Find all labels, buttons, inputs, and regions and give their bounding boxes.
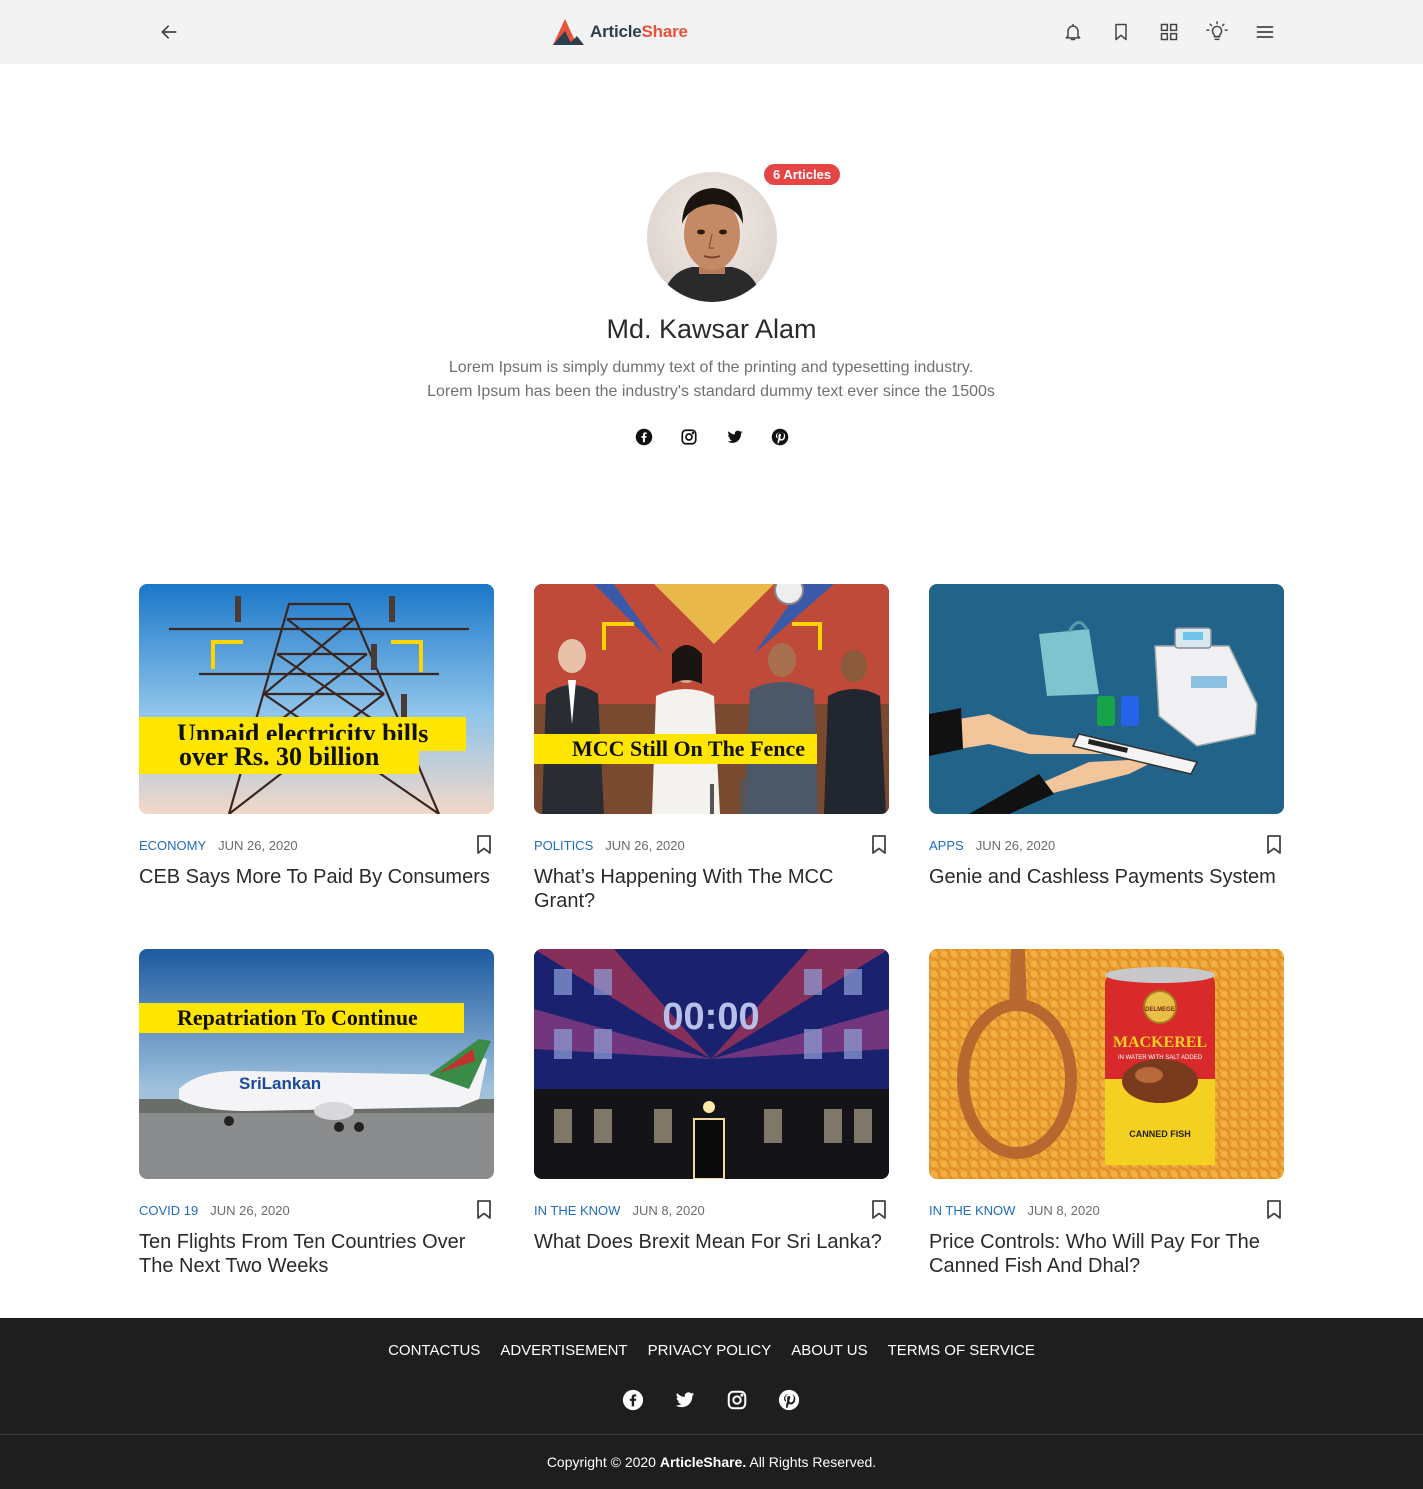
article-category[interactable]: ECONOMY [139,838,206,853]
author-name: Md. Kawsar Alam [606,314,817,344]
article-category[interactable]: IN THE KNOW [534,1203,620,1218]
bio-line-2: Lorem Ipsum has been the industry's stan… [427,383,995,400]
bookmark-icon[interactable] [869,835,889,855]
article-card: 00:00 IN THE KNOW JUN 8, 2020 What Does … [534,949,889,1254]
article-thumbnail[interactable]: DELMEGE MACKEREL IN WATER WITH SALT ADDE… [929,949,1284,1179]
site-footer: CONTACTUS ADVERTISEMENT PRIVACY POLICY A… [0,1318,1423,1489]
instagram-icon[interactable] [726,1389,748,1411]
copyright-brand[interactable]: ArticleShare. [660,1454,746,1470]
back-arrow-icon[interactable] [153,16,185,48]
bookmark-icon[interactable] [1264,1200,1284,1220]
menu-icon[interactable] [1249,16,1281,48]
article-category[interactable]: IN THE KNOW [929,1203,1015,1218]
footer-link-terms[interactable]: TERMS OF SERVICE [888,1342,1035,1359]
article-meta: IN THE KNOW JUN 8, 2020 [929,1200,1284,1220]
bell-icon[interactable] [1057,16,1089,48]
thumbnail-caption: Repatriation To Continue [139,1003,464,1033]
article-category[interactable]: COVID 19 [139,1203,198,1218]
footer-socials [622,1389,800,1411]
article-category[interactable]: POLITICS [534,838,593,853]
pinterest-icon[interactable] [778,1389,800,1411]
can-brand-text: DELMEGE [1145,1007,1175,1013]
bookmark-icon[interactable] [869,1200,889,1220]
clock-projection-text: 00:00 [662,996,759,1038]
lightbulb-icon[interactable] [1201,16,1233,48]
twitter-icon[interactable] [674,1389,696,1411]
copyright-suffix: All Rights Reserved. [746,1454,877,1470]
bookmark-icon[interactable] [1105,16,1137,48]
footer-link-advertisement[interactable]: ADVERTISEMENT [500,1342,627,1359]
article-meta: APPS JUN 26, 2020 [929,835,1284,855]
footer-link-contact[interactable]: CONTACTUS [388,1342,480,1359]
articles-count-badge: 6 Articles [764,164,841,185]
article-card: MCC Still On The Fence POLITICS JUN 26, … [534,584,889,913]
instagram-icon[interactable] [678,426,700,448]
facebook-icon[interactable] [633,426,655,448]
plane-livery-text: SriLankan [239,1074,321,1093]
article-title[interactable]: What’s Happening With The MCC Grant? [534,865,889,913]
article-title[interactable]: Ten Flights From Ten Countries Over The … [139,1230,494,1278]
article-date: JUN 8, 2020 [632,1202,705,1218]
article-meta: COVID 19 JUN 26, 2020 [139,1200,494,1220]
article-date: JUN 8, 2020 [1027,1202,1100,1218]
article-title[interactable]: Genie and Cashless Payments System [929,865,1284,889]
footer-link-privacy[interactable]: PRIVACY POLICY [648,1342,772,1359]
bookmark-icon[interactable] [474,1200,494,1220]
article-meta: ECONOMY JUN 26, 2020 [139,835,494,855]
twitter-icon[interactable] [724,426,746,448]
can-bottom-text: CANNED FISH [1129,1129,1191,1139]
article-card: SriLankan Repatriation To Continue COVID… [139,949,494,1278]
article-date: JUN 26, 2020 [218,837,298,853]
article-thumbnail[interactable]: Unpaid electricity bills over Rs. 30 bil… [139,584,494,814]
logo-text-article: Article [590,22,642,41]
article-date: JUN 26, 2020 [975,837,1056,853]
copyright-prefix: Copyright © 2020 [546,1454,660,1470]
article-title[interactable]: Price Controls: Who Will Pay For The Can… [929,1230,1284,1278]
article-meta: IN THE KNOW JUN 8, 2020 [534,1200,889,1220]
bookmark-icon[interactable] [1264,835,1284,855]
can-title-text: MACKEREL [1113,1034,1207,1051]
article-card: DELMEGE MACKEREL IN WATER WITH SALT ADDE… [929,949,1284,1278]
thumbnail-caption-2: over Rs. 30 billion [139,740,420,774]
article-thumbnail[interactable]: MCC Still On The Fence [534,584,889,814]
footer-nav: CONTACTUS ADVERTISEMENT PRIVACY POLICY A… [0,1342,1423,1359]
facebook-icon[interactable] [622,1389,644,1411]
author-socials [633,426,791,448]
article-date: JUN 26, 2020 [605,837,685,853]
author-bio: Lorem Ipsum is simply dummy text of the … [361,356,1061,404]
article-thumbnail[interactable]: SriLankan Repatriation To Continue [139,949,494,1179]
logo-mark-icon [553,19,584,45]
pinterest-icon[interactable] [769,426,791,448]
bio-line-1: Lorem Ipsum is simply dummy text of the … [448,359,974,376]
brand-logo[interactable]: ArticleShare [552,17,688,47]
article-card: Unpaid electricity bills over Rs. 30 bil… [139,584,494,889]
author-avatar [647,172,777,302]
copyright-text: Copyright © 2020 ArticleShare. All Right… [0,1454,1423,1470]
article-thumbnail[interactable]: 00:00 [534,949,889,1179]
can-subtitle-text: IN WATER WITH SALT ADDED [1118,1055,1203,1061]
caption-line-2: over Rs. 30 billion [179,742,380,771]
article-category[interactable]: APPS [929,838,964,853]
thumbnail-caption: MCC Still On The Fence [534,734,818,764]
footer-link-about[interactable]: ABOUT US [791,1342,867,1359]
article-meta: POLITICS JUN 26, 2020 [534,835,889,855]
article-date: JUN 26, 2020 [210,1202,290,1218]
article-title[interactable]: CEB Says More To Paid By Consumers [139,865,494,889]
logo-text-share: Share [641,22,688,41]
article-card: APPS JUN 26, 2020 Genie and Cashless Pay… [929,584,1284,889]
footer-divider [0,1434,1423,1435]
article-title[interactable]: What Does Brexit Mean For Sri Lanka? [534,1230,889,1254]
top-header: ArticleShare [0,0,1423,64]
article-thumbnail[interactable] [929,584,1284,814]
bookmark-icon[interactable] [474,835,494,855]
grid-icon[interactable] [1153,16,1185,48]
